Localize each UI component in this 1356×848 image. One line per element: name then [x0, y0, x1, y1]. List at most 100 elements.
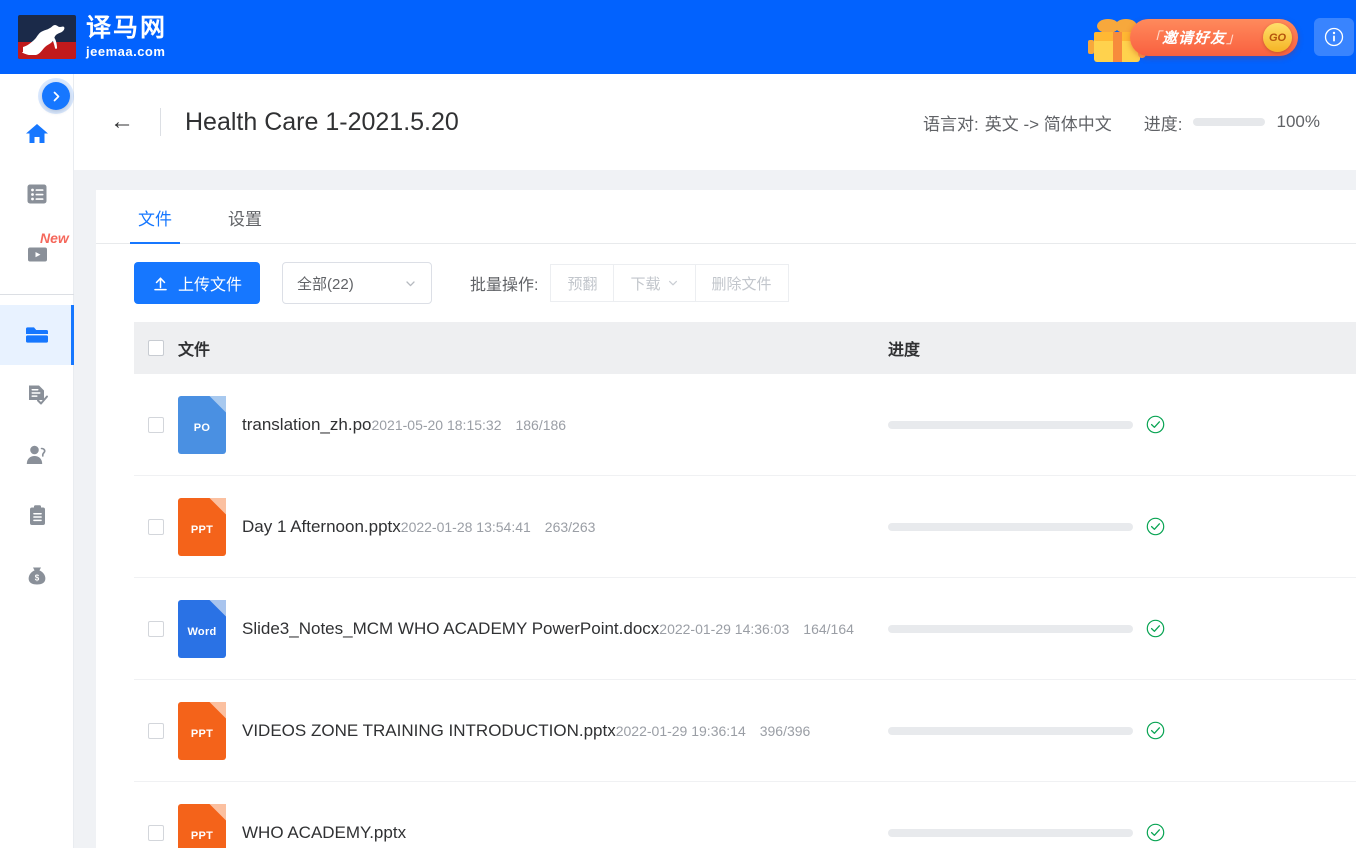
row-select-cell [134, 722, 178, 739]
row-checkbox[interactable] [148, 416, 164, 433]
file-type-icon: Word [178, 599, 226, 658]
file-timestamp: 2022-01-29 14:36:03 [659, 620, 790, 637]
file-name[interactable]: translation_zh.po [242, 415, 371, 434]
progress-percent-text: 100% [1276, 112, 1320, 131]
column-header-progress: 进度 [888, 342, 921, 359]
file-type-icon: PPT [178, 497, 226, 556]
chevron-down-icon [406, 280, 415, 286]
upload-icon [154, 276, 167, 290]
sidebar-item-review[interactable] [0, 365, 74, 425]
pretranslate-button[interactable]: 预翻 [550, 264, 615, 302]
row-select-cell [134, 620, 178, 637]
progress-cell [888, 823, 1165, 842]
batch-button-group: 预翻 下载 删除文件 [550, 264, 789, 302]
file-type-label: Word [187, 625, 217, 638]
arrow-left-icon[interactable]: ← [104, 106, 140, 138]
file-type-label: PPT [190, 829, 214, 842]
file-type-icon: PPT [178, 803, 226, 848]
language-pair-value: 英文 -> 简体中文 [984, 114, 1112, 134]
file-type-icon: PO [178, 395, 226, 454]
row-progress-track [888, 522, 1133, 531]
row-checkbox[interactable] [148, 518, 164, 535]
header-meta: 语言对: 英文 -> 简体中文 进度: 100% [923, 74, 1320, 170]
document-check-icon [29, 385, 48, 405]
row-select-cell [134, 518, 178, 535]
sidebar-item-list[interactable] [0, 164, 74, 224]
row-checkbox[interactable] [148, 722, 164, 739]
sidebar-item-video[interactable]: New [0, 224, 74, 284]
file-type-label: PO [193, 421, 211, 434]
progress-cell [888, 721, 1165, 740]
home-icon [26, 124, 48, 143]
horse-icon [22, 25, 65, 55]
file-timestamp: 2021-05-20 18:15:32 [371, 416, 502, 433]
circle-check-icon [1146, 721, 1165, 740]
left-sidebar: New $ [0, 74, 74, 848]
table-row[interactable]: PPT Day 1 Afternoon.pptx2022-01-28 13:54:… [134, 476, 1356, 578]
toolbar: 上传文件 全部(22) 批量操作: 预翻 下载 删除文件 [96, 244, 1356, 322]
folder-icon [26, 327, 48, 343]
file-segment-count: 186/186 [515, 416, 567, 433]
row-progress-track [888, 726, 1133, 735]
delete-file-button[interactable]: 删除文件 [695, 264, 789, 302]
sidebar-item-home[interactable] [0, 104, 74, 164]
content-card: 文件 设置 上传文件 全部(22) 批量操作: 预翻 下载 删除文件 文件 进度… [96, 190, 1356, 848]
file-name[interactable]: VIDEOS ZONE TRAINING INTRODUCTION.pptx [242, 721, 616, 740]
row-checkbox[interactable] [148, 824, 164, 841]
row-progress-track [888, 828, 1133, 837]
pretranslate-label: 预翻 [567, 275, 598, 293]
upload-file-button[interactable]: 上传文件 [134, 262, 261, 304]
invite-friends-pill[interactable]: 「邀请好友」 GO [1130, 19, 1298, 56]
clipboard-icon [29, 504, 45, 525]
circle-check-icon [1146, 517, 1165, 536]
table-row[interactable]: PPT WHO ACADEMY.pptx [134, 782, 1356, 848]
file-name[interactable]: WHO ACADEMY.pptx [242, 823, 406, 842]
page-container: ← Health Care 1-2021.5.20 语言对: 英文 -> 简体中… [74, 74, 1356, 848]
download-button[interactable]: 下载 [614, 264, 696, 302]
file-type-icon: PPT [178, 701, 226, 760]
language-pair: 语言对: 英文 -> 简体中文 [923, 110, 1112, 135]
tab-files[interactable]: 文件 [130, 205, 180, 244]
sidebar-item-members[interactable] [0, 425, 74, 485]
file-segment-count: 396/396 [759, 722, 811, 739]
svg-text:$: $ [35, 574, 40, 583]
tab-bar: 文件 设置 [96, 190, 1356, 244]
table-row[interactable]: PPT VIDEOS ZONE TRAINING INTRODUCTION.ppt… [134, 680, 1356, 782]
sidebar-item-projects[interactable] [0, 305, 74, 365]
file-table-body: PO translation_zh.po2021-05-20 18:15:32 18… [96, 374, 1356, 848]
file-filter-select[interactable]: 全部(22) [282, 262, 433, 304]
list-icon [27, 184, 47, 204]
circle-check-icon [1146, 823, 1165, 842]
go-button[interactable]: GO [1263, 23, 1292, 52]
header-progress: 进度: 100% [1144, 110, 1320, 135]
page-title: Health Care 1-2021.5.20 [185, 107, 459, 136]
file-cell: PPT WHO ACADEMY.pptx [178, 803, 888, 848]
sidebar-item-tasks[interactable] [0, 485, 74, 545]
file-cell: PPT Day 1 Afternoon.pptx2022-01-28 13:54:… [178, 497, 888, 556]
sidebar-item-finance[interactable]: $ [0, 545, 74, 605]
row-progress-track [888, 420, 1133, 429]
brand-logo[interactable]: 译马网 jeemaa.com [18, 15, 167, 59]
row-progress-track [888, 624, 1133, 633]
file-meta: 2022-01-29 19:36:14 396/396 [616, 723, 811, 739]
progress-cell [888, 415, 1165, 434]
select-all-checkbox[interactable] [148, 340, 164, 356]
sidebar-expand-button[interactable] [42, 82, 70, 110]
brand-name-en: jeemaa.com [86, 44, 166, 59]
table-row[interactable]: Word Slide3_Notes_MCM WHO ACADEMY PowerPo… [134, 578, 1356, 680]
invite-friends-label: 「邀请好友」 [1146, 30, 1243, 47]
tab-settings[interactable]: 设置 [224, 205, 266, 243]
sidebar-divider [0, 294, 74, 295]
language-pair-label: 语言对: [923, 114, 979, 134]
invite-friends-banner[interactable]: 「邀请好友」 GO [1068, 8, 1298, 66]
file-cell: PPT VIDEOS ZONE TRAINING INTRODUCTION.ppt… [178, 701, 888, 760]
table-row[interactable]: PO translation_zh.po2021-05-20 18:15:32 18… [134, 374, 1356, 476]
chevron-down-icon [668, 280, 677, 286]
file-name[interactable]: Day 1 Afternoon.pptx [242, 517, 401, 536]
row-checkbox[interactable] [148, 620, 164, 637]
row-select-cell [134, 824, 178, 841]
info-circle-icon[interactable] [1314, 18, 1354, 56]
jeemaa-logo-mark [18, 15, 76, 59]
file-name[interactable]: Slide3_Notes_MCM WHO ACADEMY PowerPoint.… [242, 619, 659, 638]
progress-cell [888, 619, 1165, 638]
